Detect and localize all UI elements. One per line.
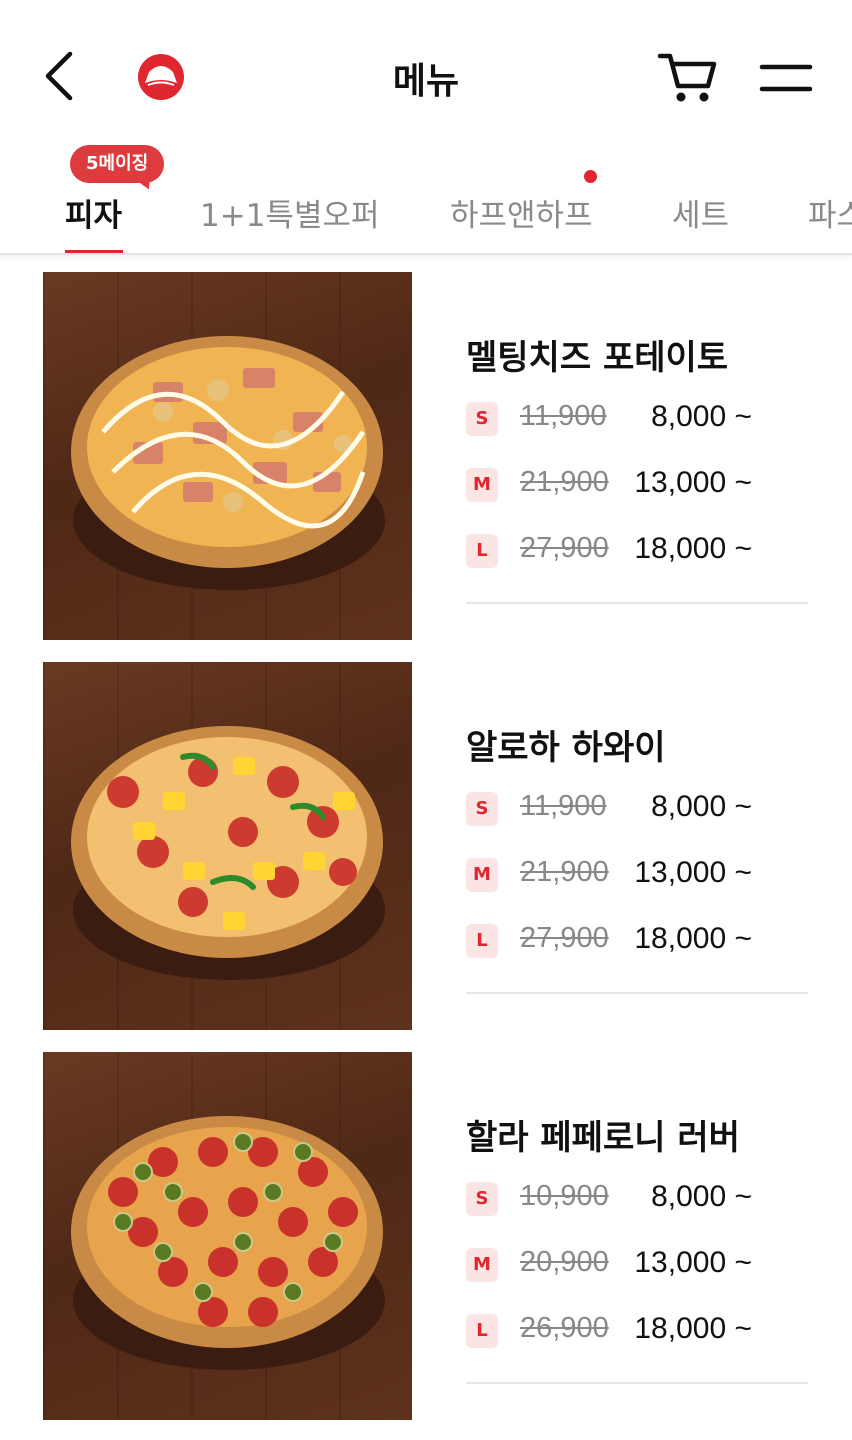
size-badge: L [466,534,498,568]
size-badge: S [466,402,498,436]
original-price: 27,900 [520,532,609,564]
size-badge: M [466,1248,498,1282]
sale-price: 18,000 ~ [634,1312,752,1345]
tab-pizza[interactable]: 피자 [65,190,122,235]
price-row-large: L 27,900 18,000 ~ [466,532,806,572]
page-title: 메뉴 [392,61,460,102]
original-price: 11,900 [520,790,607,822]
size-badge: M [466,468,498,502]
price-row-small: S 10,900 8,000 ~ [466,1180,806,1220]
price-row-small: S 11,900 8,000 ~ [466,400,806,440]
app-header: 메뉴 [0,0,852,150]
original-price: 27,900 [520,922,609,954]
cart-icon [657,53,717,102]
sale-price: 13,000 ~ [634,466,752,499]
sale-price: 18,000 ~ [634,922,752,955]
price-row-large: L 27,900 18,000 ~ [466,922,806,962]
size-badge: S [466,792,498,826]
tab-set[interactable]: 세트 [672,190,729,235]
original-price: 26,900 [520,1312,609,1344]
original-price: 21,900 [520,466,609,498]
pizza-image[interactable] [43,1052,412,1420]
pizza-name: 할라 페페로니 러버 [466,1118,740,1158]
tab-pasta[interactable]: 파스타 [808,190,852,235]
divider [466,602,808,604]
pizza-name: 알로하 하와이 [466,728,666,768]
sale-price: 8,000 ~ [651,400,752,433]
original-price: 21,900 [520,856,609,888]
pizza-image[interactable] [43,662,412,1030]
original-price: 20,900 [520,1246,609,1278]
price-row-large: L 26,900 18,000 ~ [466,1312,806,1352]
price-row-medium: M 20,900 13,000 ~ [466,1246,806,1286]
sale-price: 13,000 ~ [634,1246,752,1279]
category-tabs: 5메이징 피자 1+1특별오퍼 하프앤하프 세트 파스타 [0,140,852,255]
sale-price: 13,000 ~ [634,856,752,889]
sale-price: 8,000 ~ [651,1180,752,1213]
product-card[interactable]: 멜팅치즈 포테이토 S 11,900 8,000 ~ M 21,900 13,0… [0,272,852,642]
size-badge: M [466,858,498,892]
hamburger-menu-button[interactable] [756,58,816,98]
product-card[interactable]: 알로하 하와이 S 11,900 8,000 ~ M 21,900 13,000… [0,662,852,1032]
tab-half-and-half[interactable]: 하프앤하프 [450,190,593,235]
price-row-small: S 11,900 8,000 ~ [466,790,806,830]
product-card[interactable]: 할라 페페로니 러버 S 10,900 8,000 ~ M 20,900 13,… [0,1052,852,1422]
price-row-medium: M 21,900 13,000 ~ [466,856,806,896]
price-row-medium: M 21,900 13,000 ~ [466,466,806,506]
size-badge: L [466,924,498,958]
pizza-name: 멜팅치즈 포테이토 [466,338,729,378]
hamburger-icon [759,64,813,92]
pizza-image[interactable] [43,272,412,640]
divider [466,1382,808,1384]
original-price: 11,900 [520,400,607,432]
sale-price: 8,000 ~ [651,790,752,823]
original-price: 10,900 [520,1180,609,1212]
sale-price: 18,000 ~ [634,532,752,565]
size-badge: S [466,1182,498,1216]
active-tab-indicator [65,250,123,253]
tab-one-plus-one[interactable]: 1+1특별오퍼 [200,190,380,235]
divider [466,992,808,994]
new-indicator-dot [584,170,597,183]
cart-button[interactable] [656,48,720,108]
size-badge: L [466,1314,498,1348]
